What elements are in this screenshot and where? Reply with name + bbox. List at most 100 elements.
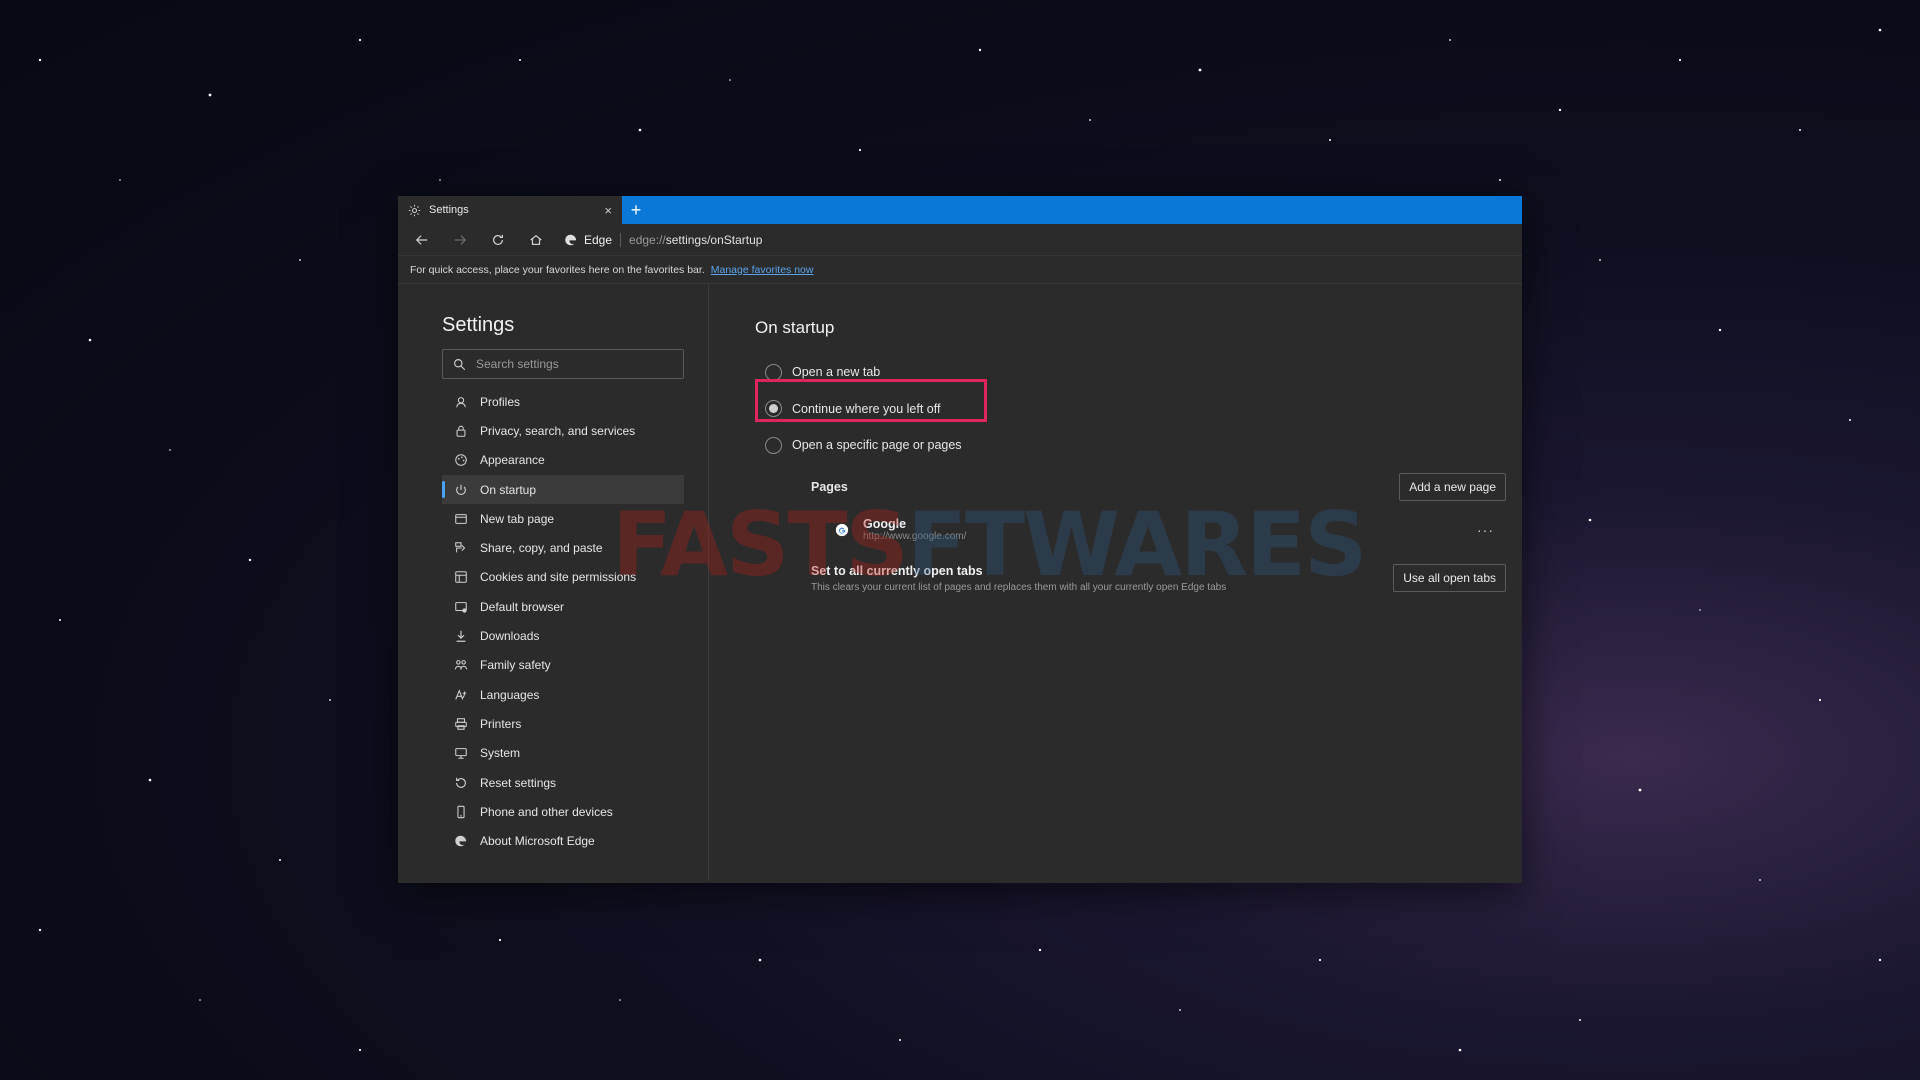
startup-options: Open a new tab Continue where you left of… — [755, 354, 1506, 464]
back-button[interactable] — [408, 228, 436, 252]
sidebar-item-default-browser[interactable]: Default browser — [442, 592, 684, 621]
reset-icon — [456, 777, 466, 788]
sidebar-item-phone-and-other-devices[interactable]: Phone and other devices — [442, 797, 684, 826]
sidebar-item-downloads[interactable]: Downloads — [442, 621, 684, 650]
radio-button[interactable] — [765, 400, 782, 418]
sidebar-item-label: Share, copy, and paste — [480, 541, 603, 556]
google-icon — [835, 523, 849, 536]
sidebar-item-family-safety[interactable]: Family safety — [442, 651, 684, 680]
sidebar-item-about-microsoft-edge[interactable]: About Microsoft Edge — [442, 826, 684, 855]
sidebar-item-label: Family safety — [480, 658, 551, 673]
sidebar-item-label: Reset settings — [480, 775, 557, 790]
sidebar-item-printers[interactable]: Printers — [442, 709, 684, 738]
startup-option-label: Open a new tab — [792, 365, 881, 380]
pages-header: Pages Add a new page — [811, 472, 1506, 502]
sidebar-item-new-tab-page[interactable]: New tab page — [442, 504, 684, 533]
lock-icon — [456, 425, 466, 437]
open-tabs-text: Set to all currently open tabs This clea… — [811, 564, 1226, 593]
startup-option-label: Open a specific page or pages — [792, 438, 962, 453]
sidebar-item-label: About Microsoft Edge — [480, 834, 595, 849]
sidebar-title: Settings — [442, 314, 515, 336]
sidebar-nav: Profiles Privacy, search, and services App… — [442, 387, 686, 856]
more-options-icon[interactable]: ··· — [1477, 522, 1506, 538]
sidebar-item-label: Appearance — [480, 453, 545, 468]
startup-panel: On startup Open a new tab Continue where … — [709, 284, 1522, 881]
settings-content: Settings Profiles Privacy, search, and se… — [398, 284, 1522, 881]
page-entry-url: http://www.google.com/ — [863, 531, 967, 542]
sidebar-item-appearance[interactable]: Appearance — [442, 446, 684, 475]
open-tabs-description: This clears your current list of pages a… — [811, 581, 1227, 593]
edge-logo-icon — [565, 234, 577, 245]
url-field[interactable]: Edge edge://settings/onStartup — [564, 232, 763, 247]
tab-bar: Settings × + — [398, 196, 1522, 224]
sidebar-item-label: System — [480, 746, 521, 761]
startup-option-label: Continue where you left off — [792, 401, 941, 416]
gear-icon — [408, 204, 421, 216]
favorites-bar: For quick access, place your favorites h… — [398, 256, 1522, 284]
page-title: On startup — [755, 318, 835, 337]
download-icon — [456, 630, 466, 642]
default-browser-icon — [455, 601, 467, 613]
sidebar-item-label: Profiles — [480, 394, 521, 409]
sidebar-item-on-startup[interactable]: On startup — [442, 474, 684, 505]
sidebar-item-profiles[interactable]: Profiles — [442, 387, 684, 416]
arrow-right-icon — [454, 234, 467, 245]
search-box[interactable] — [442, 349, 684, 379]
profile-icon — [456, 396, 466, 408]
home-icon — [530, 234, 542, 245]
forward-button[interactable] — [446, 228, 474, 252]
tab-settings[interactable]: Settings × — [398, 196, 622, 224]
use-all-open-tabs-button[interactable]: Use all open tabs — [1393, 564, 1506, 592]
list-item: Google http://www.google.com/ ··· — [811, 510, 1506, 550]
url-path: settings/onStartup — [665, 232, 763, 247]
page-entry-name: Google — [863, 517, 907, 531]
startup-option-open-a-new-tab[interactable]: Open a new tab — [755, 354, 987, 391]
new-tab-button[interactable]: + — [622, 196, 650, 224]
sidebar-item-label: Default browser — [480, 599, 565, 614]
tab-title: Settings — [429, 204, 469, 216]
arrow-left-icon — [415, 234, 428, 245]
pages-label: Pages — [811, 479, 848, 494]
share-icon — [455, 542, 466, 553]
sidebar-item-label: Languages — [480, 687, 540, 702]
cookies-icon — [455, 571, 467, 584]
address-bar: Edge edge://settings/onStartup — [398, 224, 1522, 256]
radio-button[interactable] — [765, 363, 782, 381]
power-icon — [456, 484, 466, 495]
url-scheme: edge:// — [629, 232, 666, 247]
sidebar-item-share-copy-and-paste[interactable]: Share, copy, and paste — [442, 533, 684, 562]
open-tabs-row: Set to all currently open tabs This clea… — [811, 564, 1506, 593]
appearance-icon — [455, 454, 467, 467]
manage-favorites-link[interactable]: Manage favorites now — [711, 264, 814, 276]
sidebar-item-cookies-and-site-permissions[interactable]: Cookies and site permissions — [442, 563, 684, 592]
close-icon[interactable]: × — [604, 203, 612, 218]
sidebar-item-label: Printers — [480, 716, 522, 731]
browser-window: Settings × + Edge edge://settings/onStar… — [398, 196, 1522, 883]
startup-option-open-a-specific-page-or-pages[interactable]: Open a specific page or pages — [755, 427, 987, 464]
sidebar-item-label: New tab page — [480, 511, 555, 526]
home-button[interactable] — [522, 228, 550, 252]
add-page-button[interactable]: Add a new page — [1399, 472, 1506, 501]
sidebar-item-label: Cookies and site permissions — [480, 570, 637, 585]
printer-icon — [455, 718, 467, 730]
phone-icon — [457, 805, 465, 819]
sidebar-item-label: Privacy, search, and services — [480, 423, 636, 438]
url-separator — [620, 232, 622, 247]
startup-option-continue-where-you-left-off[interactable]: Continue where you left off — [755, 391, 987, 428]
sidebar-item-privacy-search-and-services[interactable]: Privacy, search, and services — [442, 416, 684, 445]
newtab-page-icon — [455, 513, 467, 524]
system-icon — [455, 748, 467, 759]
open-tabs-title: Set to all currently open tabs — [811, 563, 983, 578]
search-input[interactable] — [476, 357, 666, 371]
sidebar-item-reset-settings[interactable]: Reset settings — [442, 768, 684, 797]
sidebar-item-languages[interactable]: Languages — [442, 680, 684, 709]
sidebar-item-label: Downloads — [480, 629, 540, 644]
site-identity[interactable]: Edge — [564, 233, 612, 247]
languages-icon — [455, 688, 467, 700]
radio-button[interactable] — [765, 436, 782, 454]
sidebar-item-label: On startup — [480, 482, 537, 497]
sidebar-item-system[interactable]: System — [442, 739, 684, 768]
refresh-button[interactable] — [484, 228, 512, 252]
search-icon — [454, 358, 466, 370]
settings-sidebar: Settings Profiles Privacy, search, and se… — [398, 284, 709, 881]
